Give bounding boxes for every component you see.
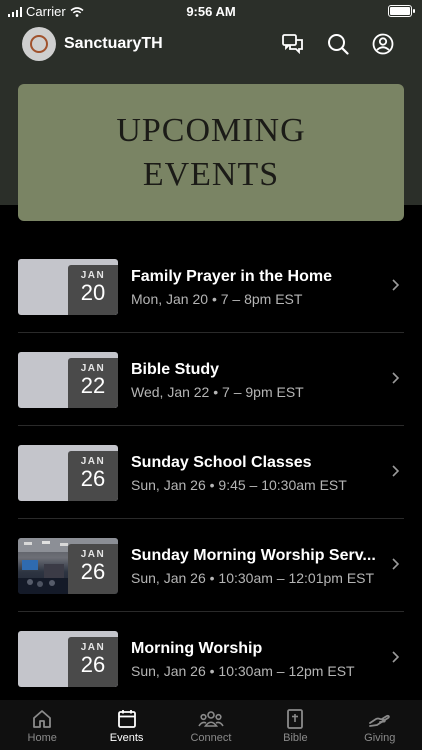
tab-events[interactable]: Events (84, 700, 168, 750)
date-badge: JAN 26 (68, 544, 118, 594)
event-thumbnail: JAN 26 (18, 445, 118, 501)
event-time: Mon, Jan 20 • 7 – 8pm EST (131, 291, 303, 307)
calendar-icon (117, 710, 136, 728)
event-row[interactable]: JAN 26 Morning Worship Sun, Jan 26 • 10:… (18, 612, 404, 704)
upcoming-events-banner: UPCOMING EVENTS (18, 84, 404, 221)
tab-connect-label: Connect (190, 732, 232, 744)
messages-icon[interactable] (281, 32, 305, 56)
date-badge-day: 20 (80, 280, 106, 305)
search-icon[interactable] (326, 32, 350, 56)
tab-bible-label: Bible (283, 732, 308, 744)
tab-home[interactable]: Home (0, 700, 84, 750)
event-row[interactable]: JAN 20 Family Prayer in the Home Mon, Ja… (18, 240, 404, 333)
home-icon (33, 710, 52, 728)
battery-icon (388, 5, 415, 17)
chevron-right-icon (392, 279, 400, 291)
event-row[interactable]: JAN 26 Sunday School Classes Sun, Jan 26… (18, 426, 404, 519)
date-badge: JAN 22 (68, 358, 118, 408)
event-title: Sunday Morning Worship Serv... (131, 547, 376, 564)
church-logo-avatar[interactable] (22, 27, 56, 61)
event-photo-thumbnail: JAN 26 (18, 538, 118, 594)
event-thumbnail: JAN 22 (18, 352, 118, 408)
date-badge-day: 26 (80, 466, 106, 491)
app-bar: SanctuaryTH (0, 24, 422, 64)
date-badge-day: 26 (80, 559, 106, 584)
events-list: JAN 20 Family Prayer in the Home Mon, Ja… (18, 240, 404, 704)
tab-connect[interactable]: Connect (169, 700, 253, 750)
status-bar: Carrier 9:56 AM (0, 0, 422, 24)
date-badge-day: 22 (80, 373, 106, 398)
event-time: Sun, Jan 26 • 10:30am – 12pm EST (131, 663, 355, 679)
chevron-right-icon (392, 465, 400, 477)
app-title: SanctuaryTH (64, 35, 163, 52)
tab-events-label: Events (109, 732, 144, 744)
chevron-right-icon (392, 651, 400, 663)
banner-line-2: EVENTS (142, 155, 280, 193)
giving-hand-icon (368, 714, 390, 727)
event-title: Family Prayer in the Home (131, 268, 332, 285)
date-badge: JAN 26 (68, 637, 118, 687)
tab-bible[interactable]: Bible (253, 700, 337, 750)
bottom-tab-bar: Home Events Connect Bible Giving (0, 700, 422, 750)
tab-giving[interactable]: Giving (338, 700, 422, 750)
status-time: 9:56 AM (186, 4, 236, 19)
event-thumbnail: JAN 20 (18, 259, 118, 315)
event-title: Bible Study (131, 361, 220, 378)
banner-line-1: UPCOMING (116, 111, 306, 149)
event-time: Sun, Jan 26 • 10:30am – 12:01pm EST (131, 570, 375, 586)
tab-home-label: Home (27, 732, 57, 744)
event-title: Morning Worship (131, 640, 263, 657)
chevron-right-icon (392, 372, 400, 384)
date-badge-day: 26 (80, 652, 106, 677)
date-badge: JAN 20 (68, 265, 118, 315)
bible-icon (287, 709, 304, 729)
event-row[interactable]: JAN 26 Sunday Morning Worship Serv... Su… (18, 519, 404, 612)
date-badge: JAN 26 (68, 451, 118, 501)
people-icon (198, 711, 224, 727)
chevron-right-icon (392, 558, 400, 570)
event-row[interactable]: JAN 22 Bible Study Wed, Jan 22 • 7 – 9pm… (18, 333, 404, 426)
event-thumbnail: JAN 26 (18, 631, 118, 687)
event-title: Sunday School Classes (131, 454, 312, 471)
profile-icon[interactable] (371, 32, 395, 56)
event-time: Wed, Jan 22 • 7 – 9pm EST (131, 384, 304, 400)
tab-giving-label: Giving (364, 732, 396, 744)
event-time: Sun, Jan 26 • 9:45 – 10:30am EST (131, 477, 347, 493)
